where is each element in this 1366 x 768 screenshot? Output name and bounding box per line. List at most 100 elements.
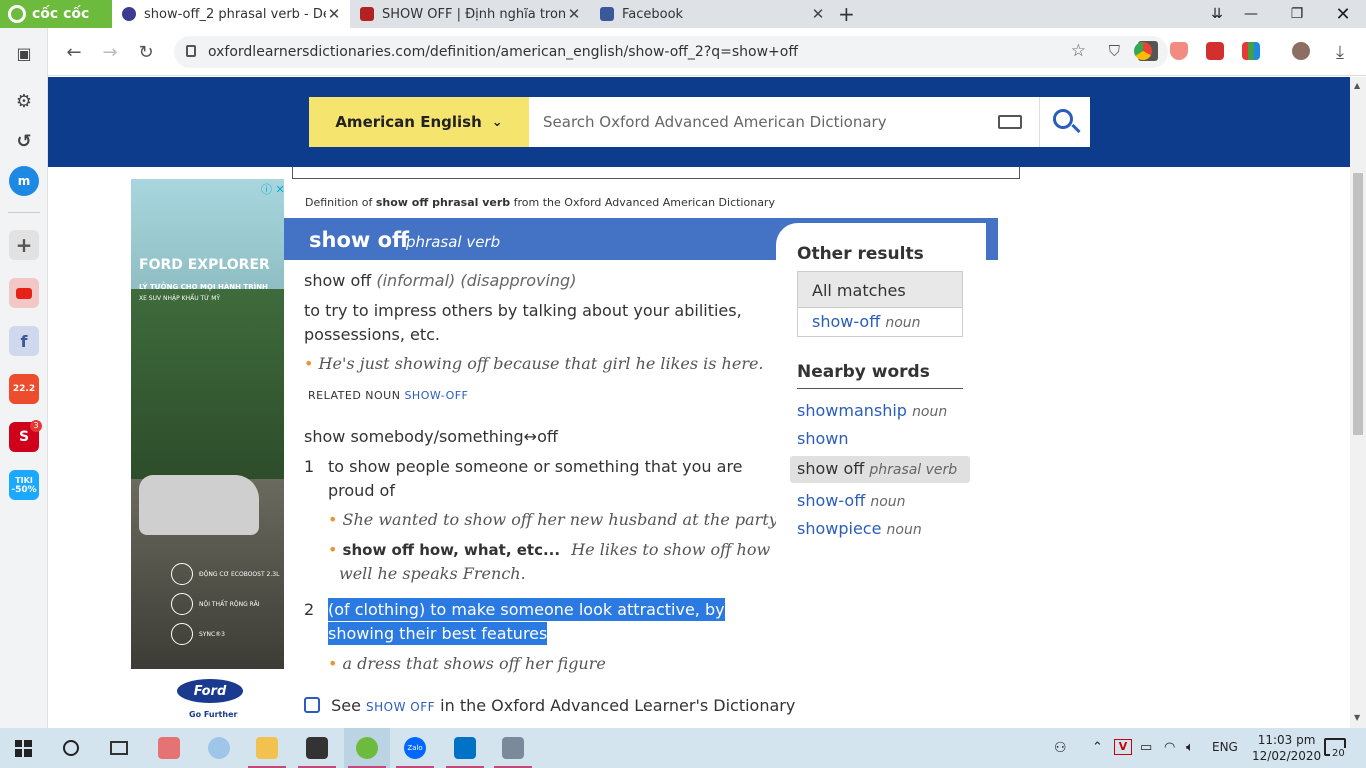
- search-input[interactable]: Search Oxford Advanced American Dictiona…: [529, 97, 1039, 147]
- nearby-word-item[interactable]: show-off noun: [797, 491, 906, 510]
- search-taskbar-button[interactable]: [48, 728, 94, 768]
- example-sentence: well he speaks French.: [339, 564, 526, 583]
- scroll-up-icon[interactable]: ▲: [1354, 81, 1360, 90]
- color-extension-icon[interactable]: [1242, 42, 1260, 60]
- tab-facebook[interactable]: Facebook ✕: [590, 0, 834, 28]
- shield-icon[interactable]: ⛉: [1109, 42, 1120, 60]
- browser-brand[interactable]: cốc cốc: [0, 0, 112, 28]
- coccoc-app-icon: [356, 737, 378, 759]
- taskbar-app-tool[interactable]: [490, 728, 536, 768]
- notification-badge: 3: [30, 420, 42, 432]
- engine-icon: [171, 563, 193, 585]
- search-button[interactable]: [1039, 97, 1090, 147]
- battery-icon[interactable]: ▭: [1140, 740, 1152, 755]
- other-results-heading: Other results: [797, 244, 924, 264]
- clock[interactable]: 11:03 pm 12/02/2020: [1252, 732, 1321, 764]
- shopee-icon[interactable]: 22.2: [9, 374, 39, 404]
- taskbar-app-paint[interactable]: [196, 728, 242, 768]
- add-app-icon[interactable]: +: [9, 230, 39, 260]
- address-bar[interactable]: oxfordlearnersdictionaries.com/definitio…: [174, 36, 1168, 68]
- tab-show-off[interactable]: show-off_2 phrasal verb - Def ✕: [112, 0, 350, 28]
- paint-app-icon: [208, 737, 230, 759]
- language-indicator[interactable]: ENG: [1212, 740, 1238, 754]
- task-view-button[interactable]: [96, 728, 142, 768]
- keyboard-icon[interactable]: [998, 115, 1022, 129]
- nearby-word-item[interactable]: shown: [797, 429, 849, 448]
- car-image: [139, 475, 259, 535]
- page-scrollbar[interactable]: ▲ ▼: [1350, 77, 1366, 728]
- tab-title: SHOW OFF | Định nghĩa trong: [382, 6, 566, 22]
- tab-strip: cốc cốc show-off_2 phrasal verb - Def ✕ …: [0, 0, 1366, 28]
- sidebar-toggle-icon[interactable]: ▣: [9, 38, 39, 68]
- youtube-icon[interactable]: [9, 278, 39, 308]
- sense-number: 1: [304, 457, 315, 476]
- ad-info-icon[interactable]: ⓘ ✕: [261, 181, 285, 197]
- forward-arrow-icon[interactable]: →: [98, 40, 122, 64]
- tiki-icon[interactable]: TIKI -50%: [9, 470, 39, 500]
- history-icon[interactable]: ↺: [9, 126, 39, 156]
- scrollbar-thumb[interactable]: [1353, 173, 1363, 435]
- ad-title: FORD EXPLORER: [139, 257, 270, 273]
- volume-icon[interactable]: 🔈︎: [1186, 740, 1194, 755]
- taskbar-outlook[interactable]: [442, 728, 488, 768]
- adblock-extension-icon[interactable]: [1170, 42, 1188, 60]
- back-arrow-icon[interactable]: ←: [62, 40, 86, 64]
- site-header: American English ⌄ Search Oxford Advance…: [48, 77, 1350, 167]
- ford-advertisement[interactable]: FORD EXPLORER LÝ TƯỞNG CHO MỌI HÀNH TRÌN…: [131, 179, 284, 728]
- related-noun-link[interactable]: SHOW-OFF: [404, 389, 468, 402]
- nearby-word-item[interactable]: showpiece noun: [797, 519, 922, 538]
- language-selector[interactable]: American English ⌄: [309, 97, 529, 147]
- minimize-icon[interactable]: —: [1228, 0, 1274, 28]
- start-button[interactable]: [0, 728, 46, 768]
- taskbar-zalo[interactable]: Zalo: [392, 728, 438, 768]
- external-link-icon: [304, 697, 320, 713]
- scroll-down-icon[interactable]: ▼: [1354, 713, 1360, 722]
- taskbar-coccoc[interactable]: [344, 728, 390, 768]
- tab-title: show-off_2 phrasal verb - Def: [144, 6, 326, 22]
- taskbar-app-calendar[interactable]: [146, 728, 192, 768]
- clock-time: 11:03 pm: [1257, 733, 1316, 747]
- bookmark-star-icon[interactable]: ☆: [1071, 41, 1086, 61]
- facebook-app-icon[interactable]: f: [9, 326, 39, 356]
- taskbar-file-explorer[interactable]: [244, 728, 290, 768]
- people-icon[interactable]: ⚇: [1054, 740, 1067, 756]
- chevron-down-icon: ⌄: [491, 114, 503, 130]
- facebook-favicon-icon: [600, 7, 614, 21]
- definition-of-line: Definition of show off phrasal verb from…: [305, 196, 775, 209]
- close-window-icon[interactable]: ✕: [1320, 0, 1366, 28]
- settings-icon[interactable]: ⚙: [9, 86, 39, 116]
- definition-term: show off phrasal verb: [375, 196, 511, 209]
- downloads-icon[interactable]: ⤓: [1328, 40, 1352, 64]
- web-page: American English ⌄ Search Oxford Advance…: [48, 77, 1350, 728]
- close-tab-icon[interactable]: ✕: [566, 5, 582, 23]
- cortana-icon: [63, 740, 79, 756]
- restore-icon[interactable]: ❐: [1274, 0, 1320, 28]
- red-extension-icon[interactable]: [1206, 42, 1224, 60]
- new-tab-button[interactable]: +: [834, 0, 864, 28]
- example-pattern: • show off how, what, etc... He likes to…: [328, 540, 771, 559]
- see-also-link[interactable]: SHOW OFF: [366, 700, 435, 714]
- nearby-word-item[interactable]: showmanship noun: [797, 401, 947, 420]
- wifi-icon[interactable]: ◠: [1164, 740, 1175, 755]
- all-matches-button[interactable]: All matches: [798, 272, 962, 308]
- example-sentence: • a dress that shows off her figure: [328, 654, 606, 673]
- reload-icon[interactable]: ↻: [134, 40, 158, 64]
- close-tab-icon[interactable]: ✕: [326, 5, 342, 23]
- clock-date: 12/02/2020: [1252, 749, 1322, 763]
- match-item[interactable]: show-off noun: [798, 308, 962, 331]
- chrome-extension-icon[interactable]: [1134, 42, 1152, 60]
- notes-app-icon: [306, 737, 328, 759]
- unikey-icon[interactable]: V: [1114, 739, 1132, 755]
- selected-definition: showing their best features: [328, 622, 548, 645]
- taskbar-app-notes[interactable]: [294, 728, 340, 768]
- tab-cambridge[interactable]: SHOW OFF | Định nghĩa trong ✕: [350, 0, 590, 28]
- profile-avatar[interactable]: [1292, 42, 1310, 60]
- close-tab-icon[interactable]: ✕: [810, 5, 826, 23]
- nearby-word-item-current: show off phrasal verb: [797, 459, 958, 478]
- ad-tagline: LÝ TƯỞNG CHO MỌI HÀNH TRÌNH: [139, 283, 268, 291]
- part-of-speech: phrasal verb: [406, 233, 501, 251]
- brand-name: cốc cốc: [32, 6, 90, 22]
- show-hidden-icons[interactable]: ⌃: [1092, 740, 1103, 755]
- ford-logo: Ford: [177, 679, 243, 703]
- messenger-icon[interactable]: m: [9, 166, 39, 196]
